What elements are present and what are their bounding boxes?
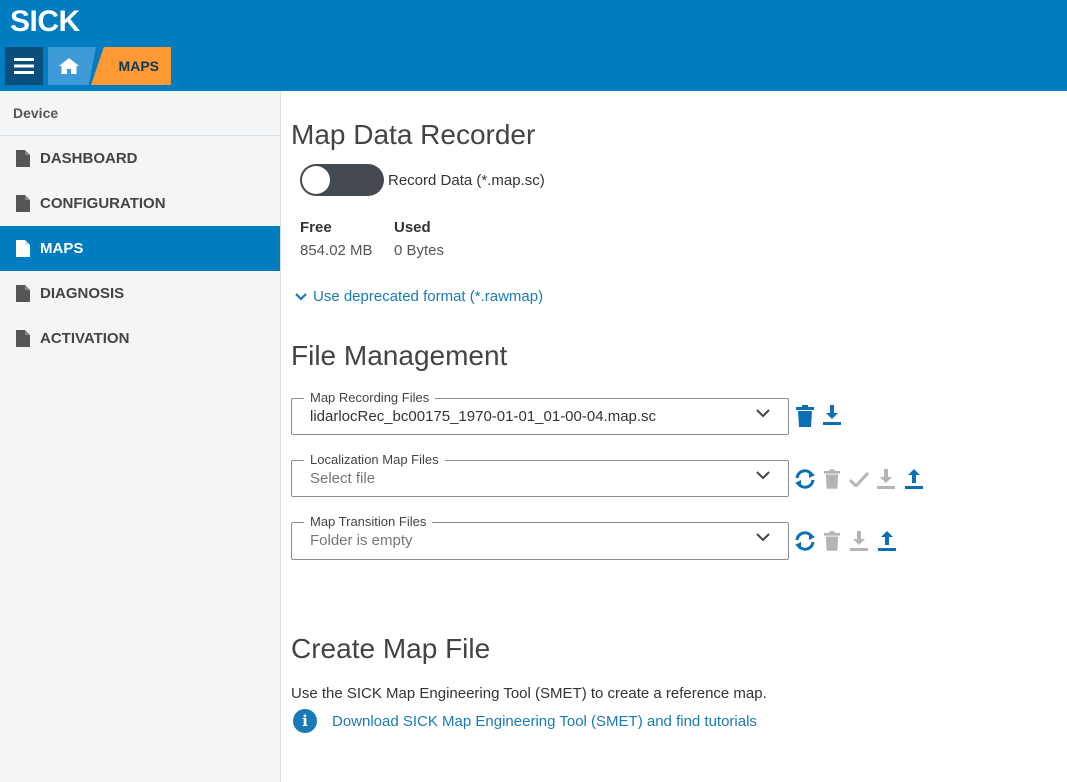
sidebar-item-diagnosis[interactable]: DIAGNOSIS — [0, 271, 280, 316]
sidebar-item-label: CONFIGURATION — [40, 195, 166, 212]
used-value: 0 Bytes — [394, 242, 445, 259]
refresh-transition-icon[interactable] — [793, 531, 817, 551]
upload-localization-icon[interactable] — [905, 469, 923, 489]
sidebar-item-configuration[interactable]: CONFIGURATION — [0, 181, 280, 226]
top-bar: SICK MAPS — [0, 0, 1067, 91]
deprecated-format-link[interactable]: Use deprecated format (*.rawmap) — [295, 288, 543, 305]
document-icon — [16, 330, 30, 347]
used-label: Used — [394, 219, 431, 236]
record-data-label: Record Data (*.map.sc) — [388, 172, 545, 189]
chevron-down-icon — [756, 533, 770, 542]
map-transition-files-select[interactable]: Map Transition Files Folder is empty — [291, 514, 789, 560]
sidebar-item-dashboard[interactable]: DASHBOARD — [0, 136, 280, 181]
create-map-description: Use the SICK Map Engineering Tool (SMET)… — [291, 685, 767, 702]
home-icon — [59, 58, 79, 74]
record-data-toggle[interactable] — [300, 164, 384, 196]
create-map-file-title: Create Map File — [291, 633, 491, 664]
chevron-down-icon — [756, 409, 770, 418]
localization-map-files-placeholder: Select file — [310, 470, 376, 487]
download-transition-icon[interactable] — [850, 531, 868, 551]
sidebar: Device DASHBOARD CONFIGURATION MAPS DIAG… — [0, 91, 281, 782]
map-transition-files-legend: Map Transition Files — [304, 514, 433, 529]
localization-map-files-legend: Localization Map Files — [304, 452, 445, 467]
sidebar-item-label: DIAGNOSIS — [40, 285, 125, 302]
delete-localization-trash-icon[interactable] — [824, 469, 840, 489]
toggle-knob — [302, 166, 330, 194]
map-transition-files-placeholder: Folder is empty — [310, 532, 413, 549]
map-data-recorder-title: Map Data Recorder — [291, 119, 536, 150]
map-recording-files-value: lidarlocRec_bc00175_1970-01-01_01-00-04.… — [310, 408, 657, 425]
home-button[interactable] — [48, 47, 96, 85]
free-value: 854.02 MB — [300, 242, 373, 259]
map-recording-files-legend: Map Recording Files — [304, 390, 436, 405]
document-icon — [16, 240, 30, 257]
chevron-down-icon — [756, 471, 770, 480]
download-smet-label: Download SICK Map Engineering Tool (SMET… — [332, 712, 757, 730]
chevron-down-icon — [295, 292, 307, 301]
download-localization-icon[interactable] — [877, 469, 895, 489]
document-icon — [16, 195, 30, 212]
file-management-title: File Management — [291, 340, 508, 371]
sidebar-item-label: MAPS — [40, 240, 84, 257]
activate-localization-check-icon[interactable] — [849, 472, 869, 487]
download-smet-link[interactable]: i Download SICK Map Engineering Tool (SM… — [293, 709, 757, 733]
refresh-localization-icon[interactable] — [793, 469, 817, 489]
download-recording-icon[interactable] — [823, 405, 841, 425]
main-content: Map Data Recorder Record Data (*.map.sc)… — [281, 91, 1067, 782]
upload-transition-icon[interactable] — [878, 531, 896, 551]
hamburger-icon — [14, 58, 34, 74]
delete-recording-trash-icon[interactable] — [796, 405, 814, 427]
sidebar-item-label: ACTIVATION — [40, 330, 130, 347]
sidebar-item-label: DASHBOARD — [40, 150, 138, 167]
localization-map-files-select[interactable]: Localization Map Files Select file — [291, 452, 789, 497]
delete-transition-trash-icon[interactable] — [824, 531, 840, 551]
sidebar-heading: Device — [0, 91, 280, 136]
info-icon: i — [293, 709, 317, 733]
sidebar-item-activation[interactable]: ACTIVATION — [0, 316, 280, 361]
breadcrumb-maps[interactable]: MAPS — [91, 47, 171, 85]
sidebar-item-maps[interactable]: MAPS — [0, 226, 280, 271]
document-icon — [16, 285, 30, 302]
document-icon — [16, 150, 30, 167]
sick-logo: SICK — [10, 5, 80, 38]
free-label: Free — [300, 219, 332, 236]
deprecated-format-label: Use deprecated format (*.rawmap) — [313, 288, 544, 305]
map-recording-files-select[interactable]: Map Recording Files lidarlocRec_bc00175_… — [291, 390, 789, 435]
menu-button[interactable] — [5, 47, 43, 85]
